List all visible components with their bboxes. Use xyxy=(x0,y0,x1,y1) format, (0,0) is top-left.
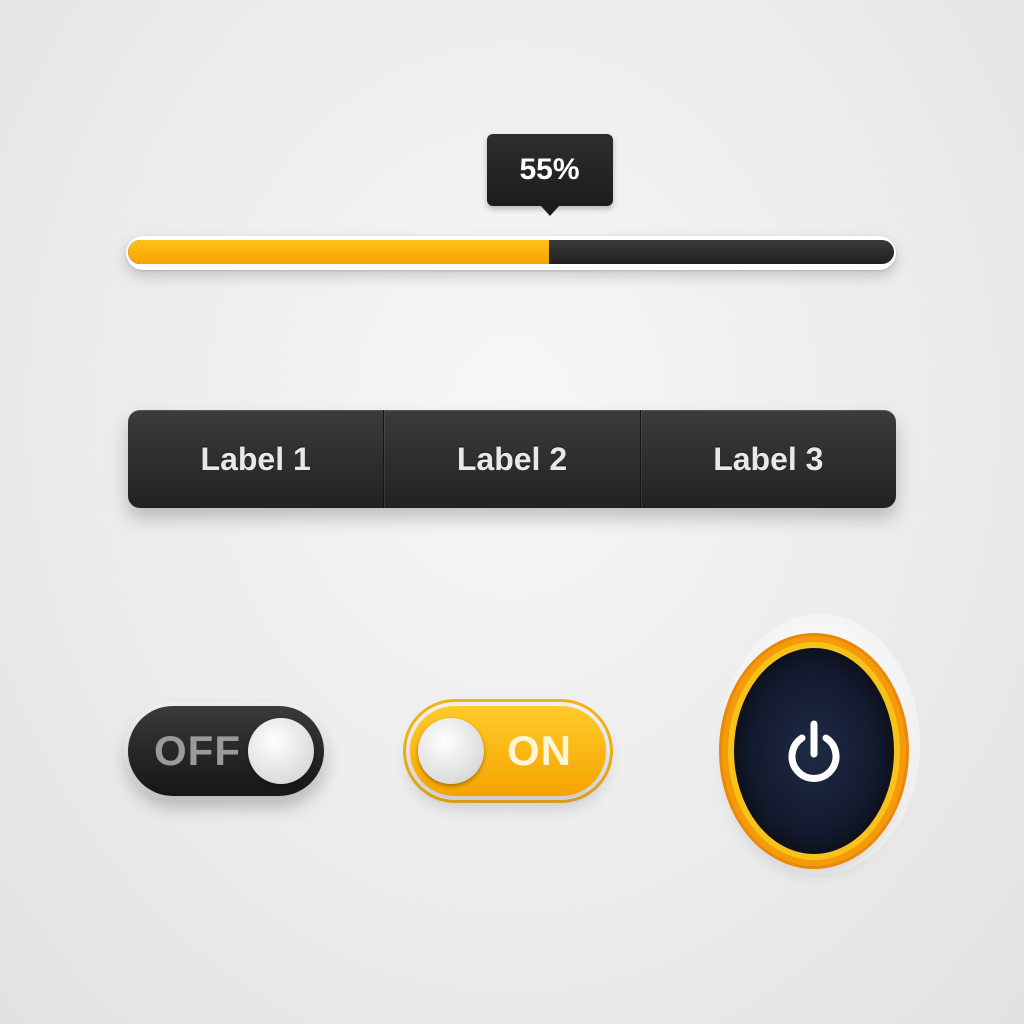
segment-label-2[interactable]: Label 2 xyxy=(383,410,639,508)
progress-slider[interactable]: 55% xyxy=(126,134,896,270)
toggle-knob[interactable] xyxy=(418,718,484,784)
segment-label: Label 1 xyxy=(200,440,311,477)
slider-value-label: 55% xyxy=(519,153,580,186)
toggle-knob[interactable] xyxy=(248,718,314,784)
toggle-switch-off[interactable]: OFF xyxy=(128,706,324,796)
toggle-switch-on[interactable]: ON xyxy=(410,706,606,796)
segment-label-3[interactable]: Label 3 xyxy=(639,410,896,508)
segment-label: Label 3 xyxy=(713,440,824,477)
segmented-control: Label 1 Label 2 Label 3 xyxy=(128,410,896,508)
slider-fill xyxy=(128,240,550,264)
segment-label-1[interactable]: Label 1 xyxy=(128,410,383,508)
power-icon xyxy=(788,720,840,782)
slider-track xyxy=(126,236,896,270)
segment-label: Label 2 xyxy=(456,440,568,477)
slider-track-inner xyxy=(128,240,894,264)
toggle-off-label: OFF xyxy=(154,727,241,774)
power-button[interactable] xyxy=(734,648,894,854)
toggle-on-label: ON xyxy=(507,727,572,774)
slider-value-tooltip: 55% xyxy=(486,134,613,216)
